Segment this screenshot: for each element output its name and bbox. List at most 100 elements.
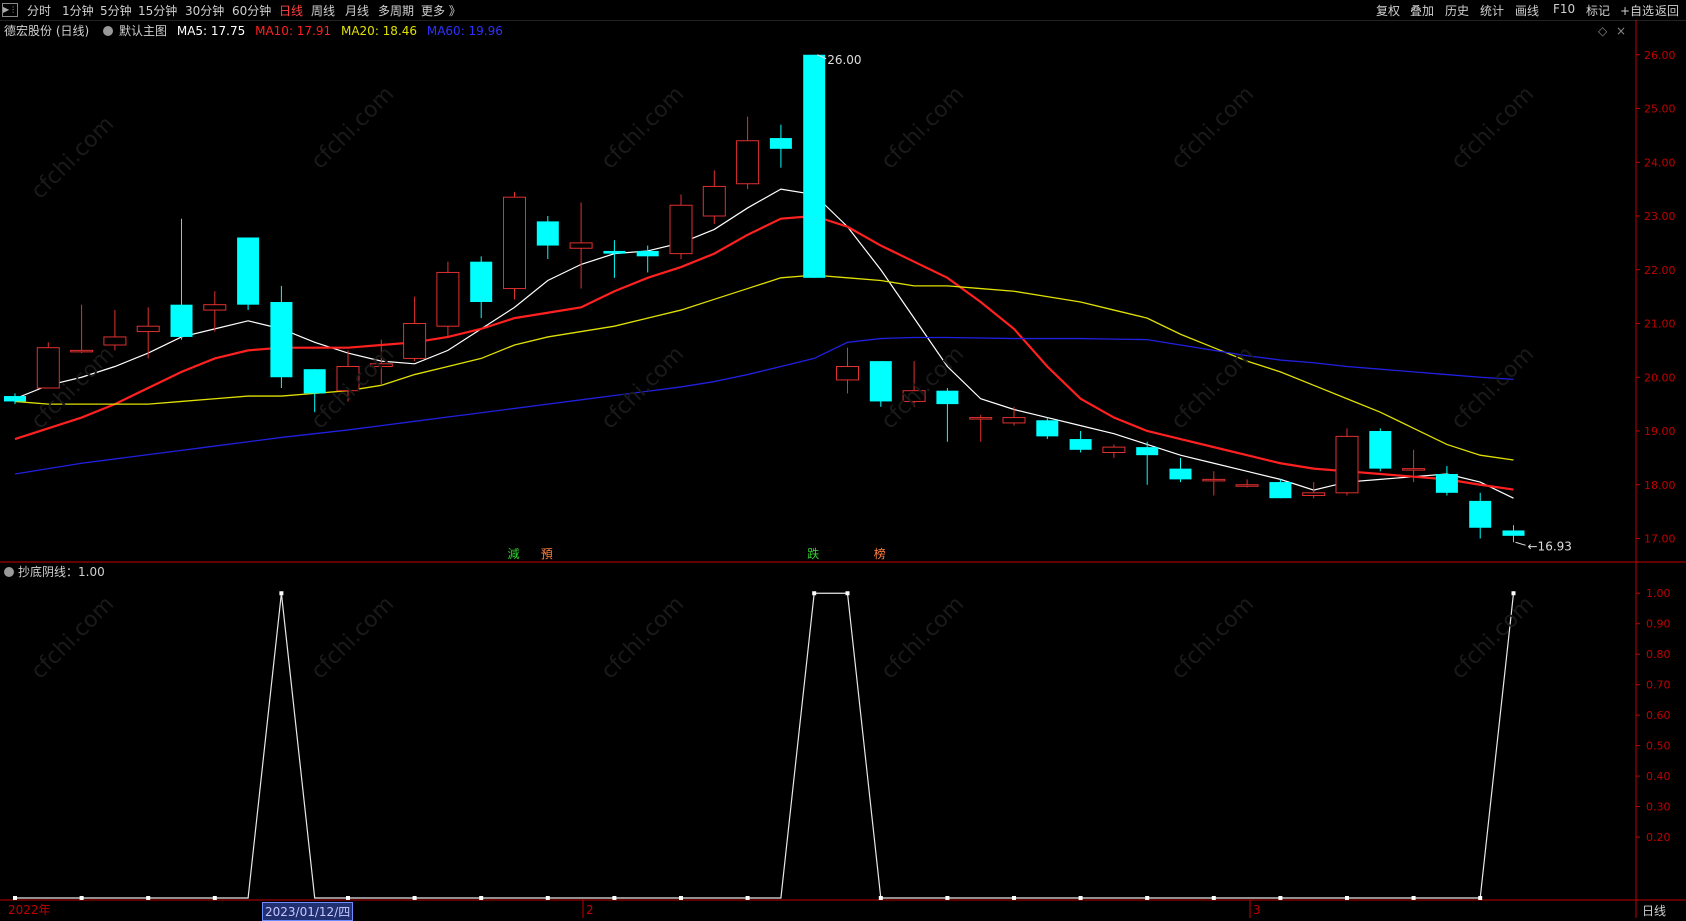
candle-body [1136,447,1159,456]
indicator-point [845,591,850,596]
candle-body [170,304,193,337]
y-tick-label: 26.00 [1644,49,1676,62]
candle-body [1269,482,1292,499]
watermark: cfchi.com [1167,592,1260,685]
sub-y-tick-label: 0.50 [1646,740,1671,753]
diamond-icon: ◇ [1598,24,1608,38]
candle-body [203,304,227,311]
indicator-point [1345,896,1349,900]
indicator-point [279,591,284,596]
candle-body [36,347,60,389]
candle-body [470,261,493,302]
candle-body [803,54,826,278]
y-tick-label: 21.00 [1644,318,1676,331]
watermark: cfchi.com [307,592,400,685]
y-tick-label: 20.00 [1644,371,1676,384]
indicator-point [1078,896,1083,900]
candle-body [869,361,892,402]
signal-label: 減 [508,546,520,561]
indicator-point [1411,896,1416,900]
sub-y-tick-label: 0.70 [1646,679,1671,692]
signal-label: 預 [541,547,553,561]
signal-label: 榜 [874,546,886,561]
candle-body [603,250,626,254]
ma-line-ma60 [14,336,1514,475]
candle-body [636,250,659,257]
y-tick-label: 19.00 [1644,425,1676,438]
sub-y-tick-label: 0.90 [1646,618,1671,631]
watermark: cfchi.com [597,82,690,175]
candle-body [1469,500,1492,528]
candle-body [702,185,726,217]
period-label[interactable]: 日线 [1642,902,1666,919]
watermark: cfchi.com [1167,342,1260,435]
y-tick-label: 22.00 [1644,264,1676,277]
close-icon: × [1616,24,1626,38]
candle-body [1235,484,1259,487]
candle-body [1302,492,1326,496]
indicator-point [346,896,350,900]
watermark: cfchi.com [1447,592,1540,685]
watermark: cfchi.com [1447,82,1540,175]
candle-body [270,302,293,378]
x-label-m3: 3 [1253,903,1261,917]
candle-body [503,196,526,290]
candle-body [136,325,160,333]
date-cursor-label: 2023/01/12/四 [262,902,354,921]
ma-line-ma5 [14,188,1514,499]
candle-body [4,396,26,402]
signal-label: 跌 [807,546,819,561]
candle-body [303,369,326,394]
candle-body [237,237,260,305]
watermark: cfchi.com [1167,82,1260,175]
candle-body [836,366,859,381]
candle-body [1402,468,1426,471]
candle-body [1002,417,1026,424]
candle-body [736,140,760,185]
indicator-point [212,896,217,900]
indicator-point [1478,896,1483,900]
chart-area[interactable]: 26.00 25.00 24.00 23.00 22.00 21.00 20.00 19.00… [0,0,1686,918]
indicator-point [1012,896,1016,900]
candle-body [1369,431,1392,469]
watermark: cfchi.com [877,592,970,685]
candle-body [569,242,593,249]
y-tick-label: 24.00 [1644,156,1676,169]
indicator-point [1145,896,1150,900]
candle-body [1169,468,1192,480]
candle-body [1069,439,1092,450]
candle-body [1202,478,1226,482]
candle-body [403,323,427,359]
y-tick-label: 25.00 [1644,103,1676,116]
candle-body [1335,435,1359,494]
y-tick-label: 17.00 [1644,533,1676,546]
watermark: cfchi.com [307,82,400,175]
indicator-point [79,896,84,900]
sub-y-tick-label: 0.40 [1646,770,1671,783]
indicator-point [612,896,617,900]
watermark: cfchi.com [877,82,970,175]
candle-body [669,204,693,255]
indicator-line [15,592,1515,899]
y-tick-label: 23.00 [1644,210,1676,223]
indicator-point [679,896,683,900]
x-label-year: 2022年 [8,903,51,917]
min-pointer [1515,541,1526,546]
indicator-point [1511,591,1516,596]
indicator-point [146,896,151,900]
sub-y-tick-label: 0.60 [1646,709,1671,722]
max-price-label: 26.00 [827,53,861,67]
candle-body [103,336,127,346]
indicator-point [745,896,750,900]
watermark: cfchi.com [597,592,690,685]
sub-y-tick-label: 0.30 [1646,801,1671,814]
candle-body [1102,446,1126,453]
candle-body [1502,530,1525,536]
candle-body [769,138,792,149]
indicator-point [945,896,950,900]
indicator-point [1278,896,1283,900]
candle-body [436,271,460,327]
y-tick-label: 18.00 [1644,479,1676,492]
watermark: cfchi.com [1447,342,1540,435]
indicator-point [13,896,17,900]
